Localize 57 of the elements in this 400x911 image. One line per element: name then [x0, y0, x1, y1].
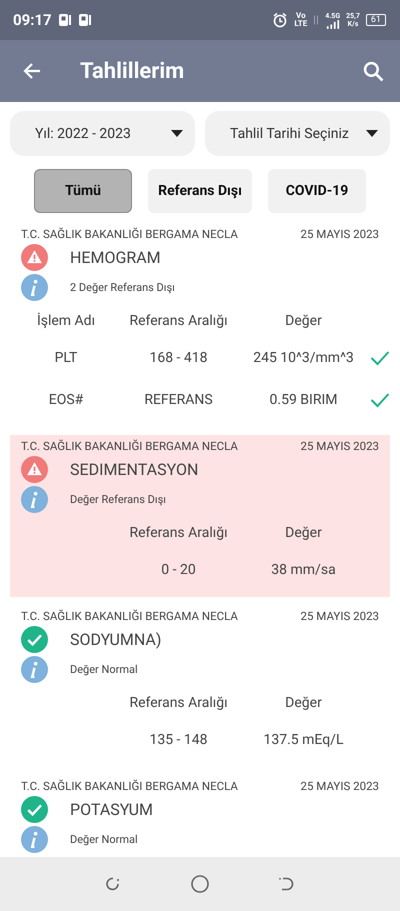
result-date: 25 MAYIS 2023 [300, 609, 379, 623]
column-header: Referans Aralığı [128, 524, 229, 543]
result-note: Değer Normal [70, 833, 138, 846]
test-name: SEDIMENTASYON [70, 460, 198, 479]
signal-icon [326, 20, 340, 28]
column-header: Değer [284, 694, 323, 713]
info-icon[interactable] [21, 656, 48, 683]
lab-name: T.C. SAĞLIK BAKANLIĞI BERGAMA NECLA [21, 609, 238, 623]
result-date: 25 MAYIS 2023 [300, 227, 379, 241]
lab-name: T.C. SAĞLIK BAKANLIĞI BERGAMA NECLA [21, 439, 238, 453]
data-arrows-icon [313, 13, 320, 27]
test-name: POTASYUM [70, 800, 153, 819]
info-icon[interactable] [21, 486, 48, 513]
notification-icon [58, 13, 72, 27]
info-icon[interactable] [21, 274, 48, 301]
battery-level: 61 [366, 14, 386, 26]
table-cell-text: 137.5 mEq/L [262, 731, 344, 750]
table-cell-text: EOS# [48, 391, 84, 410]
caret-icon [171, 130, 183, 137]
lab-name: T.C. SAĞLIK BAKANLIĞI BERGAMA NECLA [21, 227, 238, 241]
column-header: Referans Aralığı [128, 312, 229, 331]
caret-icon [366, 130, 378, 137]
result-note: Değer Normal [70, 663, 138, 676]
table-cell-text: REFERANS [143, 391, 214, 410]
column-header: Değer [284, 524, 323, 543]
home-icon[interactable] [190, 874, 210, 894]
table-cell-text: 168 - 418 [148, 349, 209, 368]
column-header: İşlem Adı [36, 312, 96, 331]
search-icon[interactable] [363, 60, 384, 82]
notification-icon [78, 13, 92, 27]
network-label: Vo [296, 12, 306, 20]
lab-name: T.C. SAĞLIK BAKANLIĞI BERGAMA NECLA [21, 779, 238, 793]
back-arrow-icon[interactable] [22, 61, 42, 81]
table-cell-text: PLT [54, 349, 78, 368]
column-header: Değer [284, 312, 323, 331]
test-name: SODYUMNA) [70, 630, 162, 649]
result-date: 25 MAYIS 2023 [300, 439, 379, 453]
result-note: Değer Referans Dışı [70, 493, 166, 506]
table-cell-text: 135 - 148 [148, 731, 209, 750]
dropdown[interactable]: Tahlil Tarihi Seçiniz [205, 111, 390, 156]
screen-title: Tahlillerim [80, 58, 186, 84]
dropdown[interactable]: Yıl: 2022 - 2023 [10, 111, 195, 156]
table-cell-text: 245 10^3/mm^3 [252, 349, 355, 368]
alarm-icon [272, 12, 288, 28]
filter-tab[interactable]: Tümü [34, 169, 132, 213]
info-icon[interactable] [21, 826, 48, 853]
table-cell-text: 38 mm/sa [270, 561, 337, 580]
test-name: HEMOGRAM [70, 248, 161, 267]
result-note: 2 Değer Referans Dışı [70, 281, 175, 294]
filter-tab[interactable]: Referans Dışı [148, 169, 252, 213]
column-header: Referans Aralığı [128, 694, 229, 713]
table-cell-text: 0.59 BIRIM [268, 391, 338, 410]
result-date: 25 MAYIS 2023 [300, 779, 379, 793]
table-cell-text: 0 - 20 [160, 561, 197, 580]
filter-tab[interactable]: COVID-19 [268, 169, 366, 213]
clock-time: 09:17 [13, 11, 52, 29]
network-label: LTE [294, 20, 308, 28]
